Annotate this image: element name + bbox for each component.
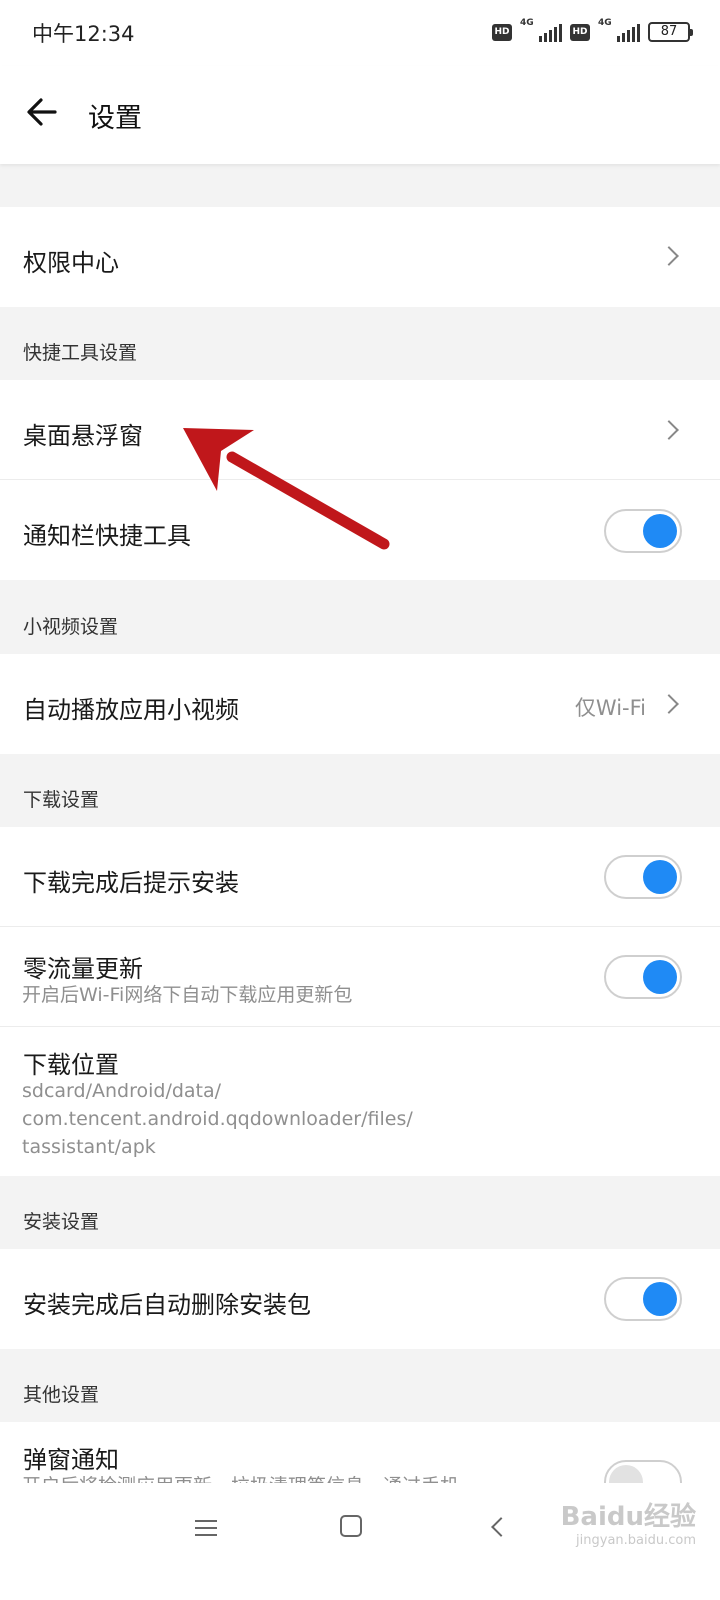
prompt-install-row: 下载完成后提示安装: [0, 827, 720, 927]
status-time: 中午12:34: [32, 22, 135, 46]
page-title: 设置: [88, 103, 142, 134]
zero-traffic-toggle[interactable]: [604, 955, 682, 999]
auto-delete-label: 安装完成后自动删除安装包: [23, 1291, 311, 1319]
download-location-path-line: com.tencent.android.qqdownloader/files/: [22, 1108, 413, 1130]
permission-center-row[interactable]: 权限中心: [0, 207, 720, 307]
arrow-left-icon: [27, 98, 57, 126]
auto-delete-row: 安装完成后自动删除安装包: [0, 1249, 720, 1349]
network-type-label: 4G: [598, 18, 612, 28]
notification-tools-row: 通知栏快捷工具: [0, 480, 720, 580]
floating-window-row[interactable]: 桌面悬浮窗: [0, 380, 720, 480]
auto-delete-toggle[interactable]: [604, 1277, 682, 1321]
signal-icon: 4G: [520, 18, 562, 44]
download-location-label: 下载位置: [23, 1051, 119, 1079]
menu-icon[interactable]: [195, 1515, 219, 1539]
section-header-download: 下载设置: [23, 789, 100, 811]
notification-tools-label: 通知栏快捷工具: [23, 522, 191, 550]
section-header-mini-video: 小视频设置: [23, 616, 119, 638]
toggle-knob: [609, 1465, 643, 1484]
autoplay-video-row[interactable]: 自动播放应用小视频 仅Wi-Fi: [0, 654, 720, 754]
toggle-knob: [643, 860, 677, 894]
watermark-logo-text: Baidu经验: [560, 1502, 696, 1532]
section-header-other: 其他设置: [23, 1384, 100, 1406]
prompt-install-label: 下载完成后提示安装: [23, 869, 239, 897]
signal-icon: 4G: [598, 18, 640, 44]
popup-notification-toggle[interactable]: [604, 1460, 682, 1484]
baidu-watermark: Baidu经验 jingyan.baidu.com: [561, 1496, 696, 1548]
popup-notification-label: 弹窗通知: [23, 1446, 119, 1474]
section-header-quick-tools: 快捷工具设置: [23, 342, 138, 364]
network-type-label: 4G: [520, 18, 534, 28]
popup-notification-row: 弹窗通知 开启后将检测应用更新、垃圾清理等信息，通过手机: [0, 1422, 720, 1484]
app-bar: 设置: [0, 66, 720, 164]
zero-traffic-label: 零流量更新: [23, 955, 143, 983]
prompt-install-toggle[interactable]: [604, 855, 682, 899]
toggle-knob: [643, 960, 677, 994]
toggle-knob: [643, 514, 677, 548]
zero-traffic-description: 开启后Wi-Fi网络下自动下载应用更新包: [22, 984, 353, 1006]
autoplay-video-label: 自动播放应用小视频: [23, 696, 239, 724]
status-icons: HD 4G HD 4G 87: [492, 18, 693, 46]
floating-window-label: 桌面悬浮窗: [23, 422, 143, 450]
chevron-right-icon: [659, 420, 679, 440]
download-location-row[interactable]: 下载位置 sdcard/Android/data/ com.tencent.an…: [0, 1027, 720, 1176]
battery-icon: 87: [648, 22, 693, 42]
nav-back-icon[interactable]: [491, 1517, 511, 1537]
home-icon[interactable]: [340, 1515, 362, 1537]
watermark-url: jingyan.baidu.com: [576, 1533, 696, 1548]
status-bar: 中午12:34 HD 4G HD 4G 87: [0, 0, 720, 66]
zero-traffic-row: 零流量更新 开启后Wi-Fi网络下自动下载应用更新包: [0, 927, 720, 1027]
notification-tools-toggle[interactable]: [604, 509, 682, 553]
permission-center-label: 权限中心: [23, 249, 119, 277]
download-location-path-line: sdcard/Android/data/: [22, 1080, 222, 1102]
chevron-right-icon: [659, 246, 679, 266]
toggle-knob: [643, 1282, 677, 1316]
back-button[interactable]: [24, 94, 60, 130]
download-location-path-line: tassistant/apk: [22, 1136, 156, 1158]
chevron-right-icon: [659, 694, 679, 714]
hd-icon: HD: [570, 23, 590, 41]
autoplay-video-value: 仅Wi-Fi: [574, 696, 646, 720]
hd-icon: HD: [492, 23, 512, 41]
section-header-install: 安装设置: [23, 1211, 100, 1233]
